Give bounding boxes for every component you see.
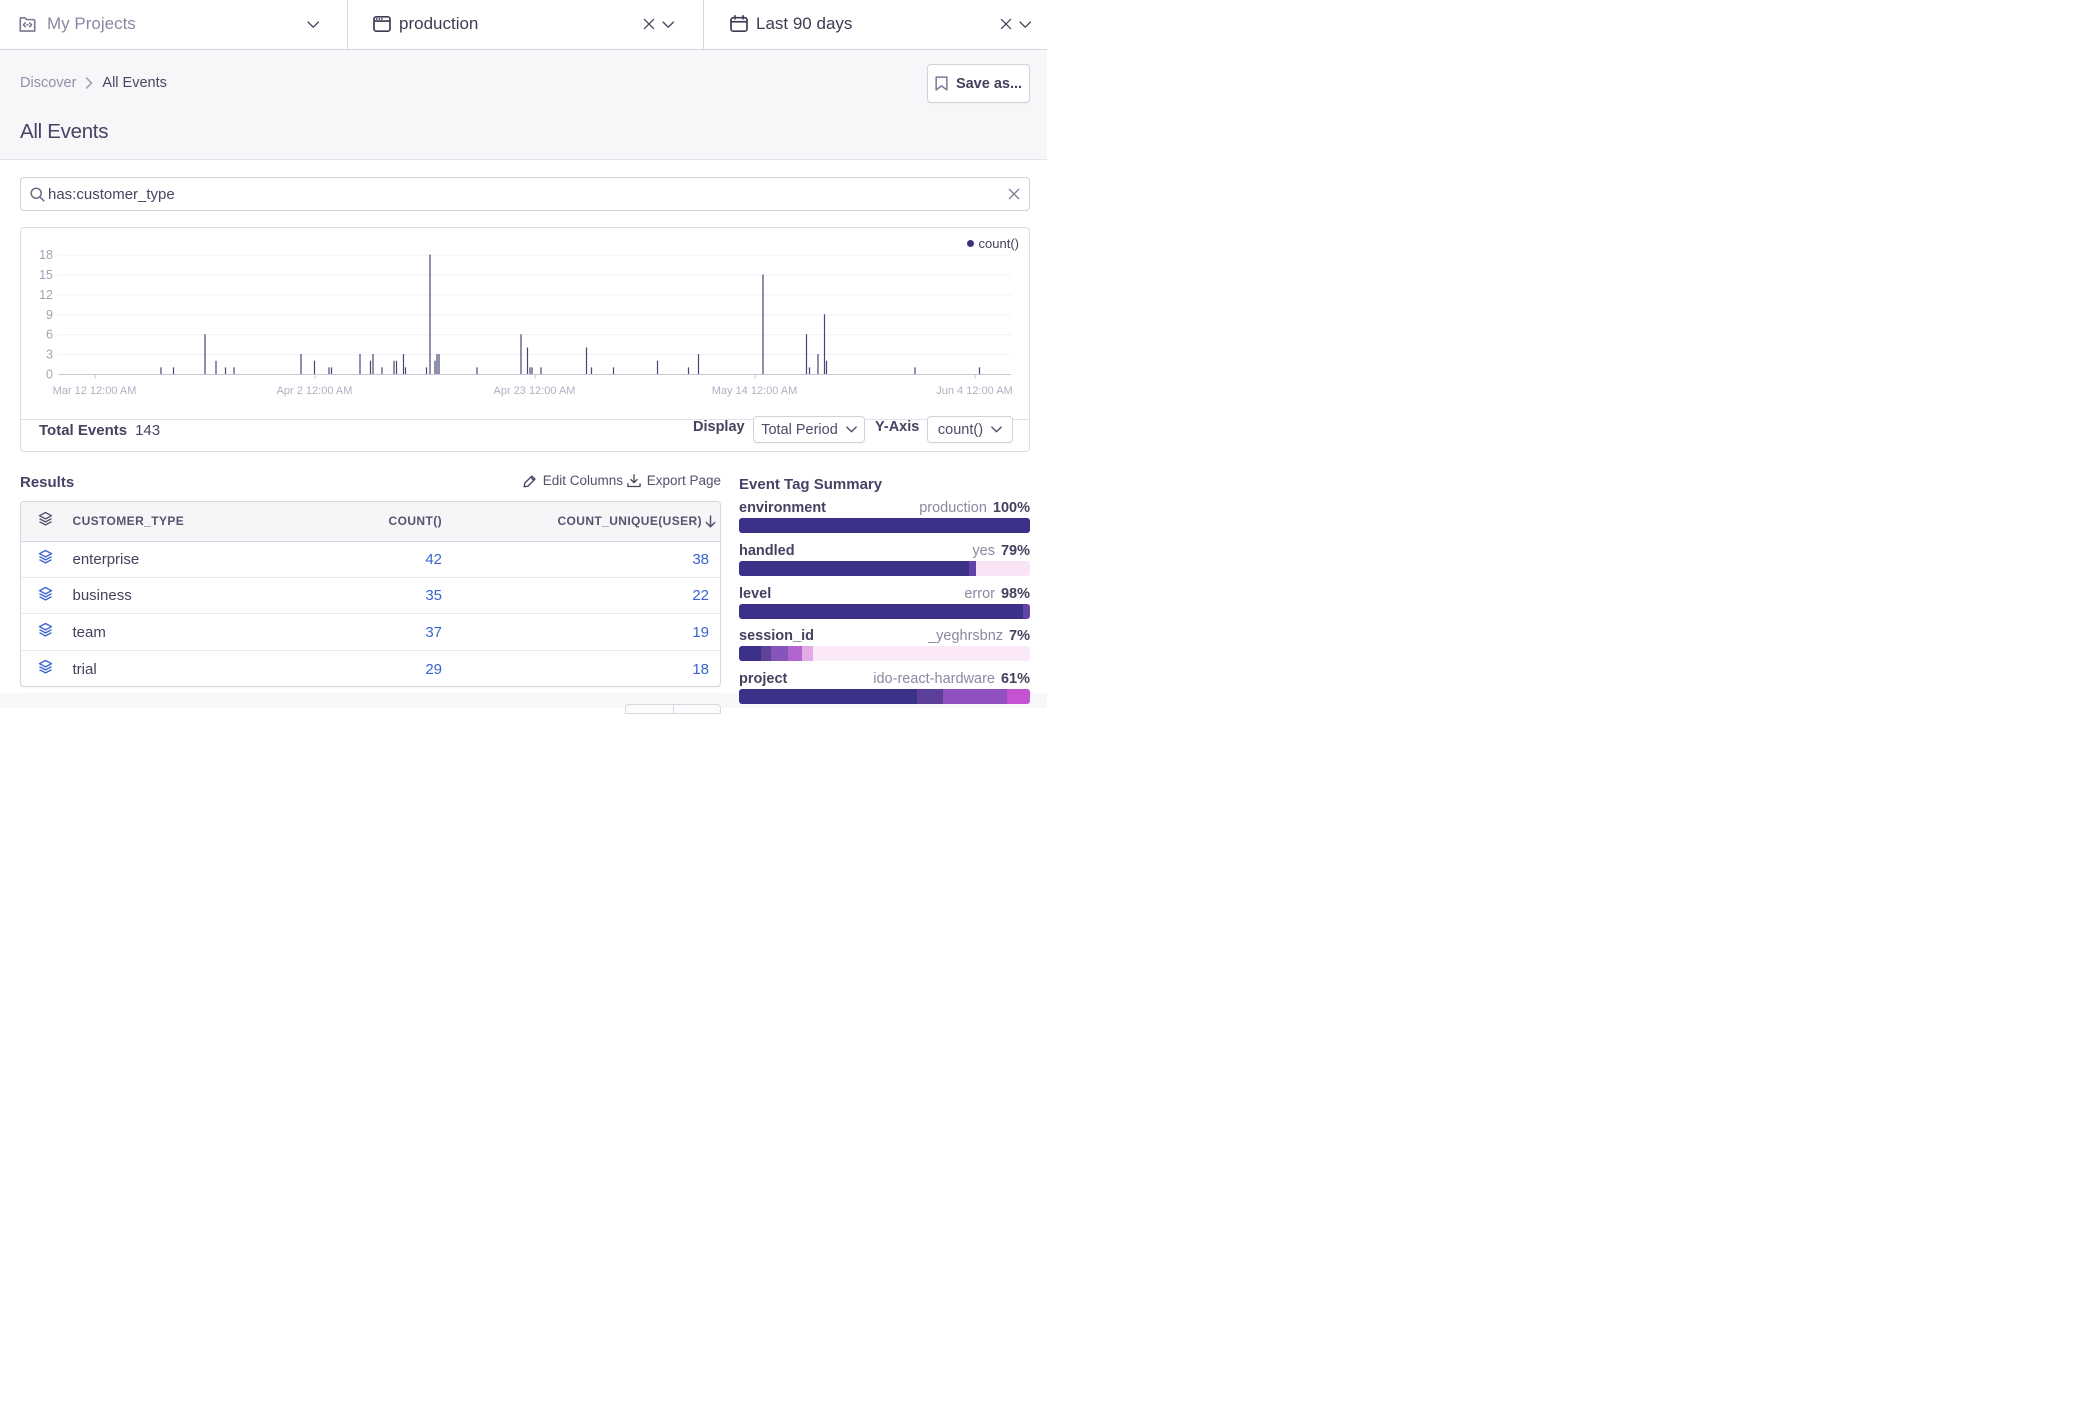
svg-text:12: 12 bbox=[39, 288, 53, 302]
svg-text:15: 15 bbox=[39, 268, 53, 282]
svg-text:Mar 12 12:00 AM: Mar 12 12:00 AM bbox=[53, 385, 137, 397]
svg-text:0: 0 bbox=[46, 368, 53, 382]
svg-text:Apr 23 12:00 AM: Apr 23 12:00 AM bbox=[494, 385, 576, 397]
svg-text:Jun 4 12:00 AM: Jun 4 12:00 AM bbox=[936, 385, 1012, 397]
svg-text:3: 3 bbox=[46, 348, 53, 362]
svg-text:6: 6 bbox=[46, 328, 53, 342]
svg-text:Apr 2 12:00 AM: Apr 2 12:00 AM bbox=[277, 385, 353, 397]
svg-text:9: 9 bbox=[46, 308, 53, 322]
svg-text:May 14 12:00 AM: May 14 12:00 AM bbox=[712, 385, 798, 397]
svg-text:18: 18 bbox=[39, 248, 53, 262]
